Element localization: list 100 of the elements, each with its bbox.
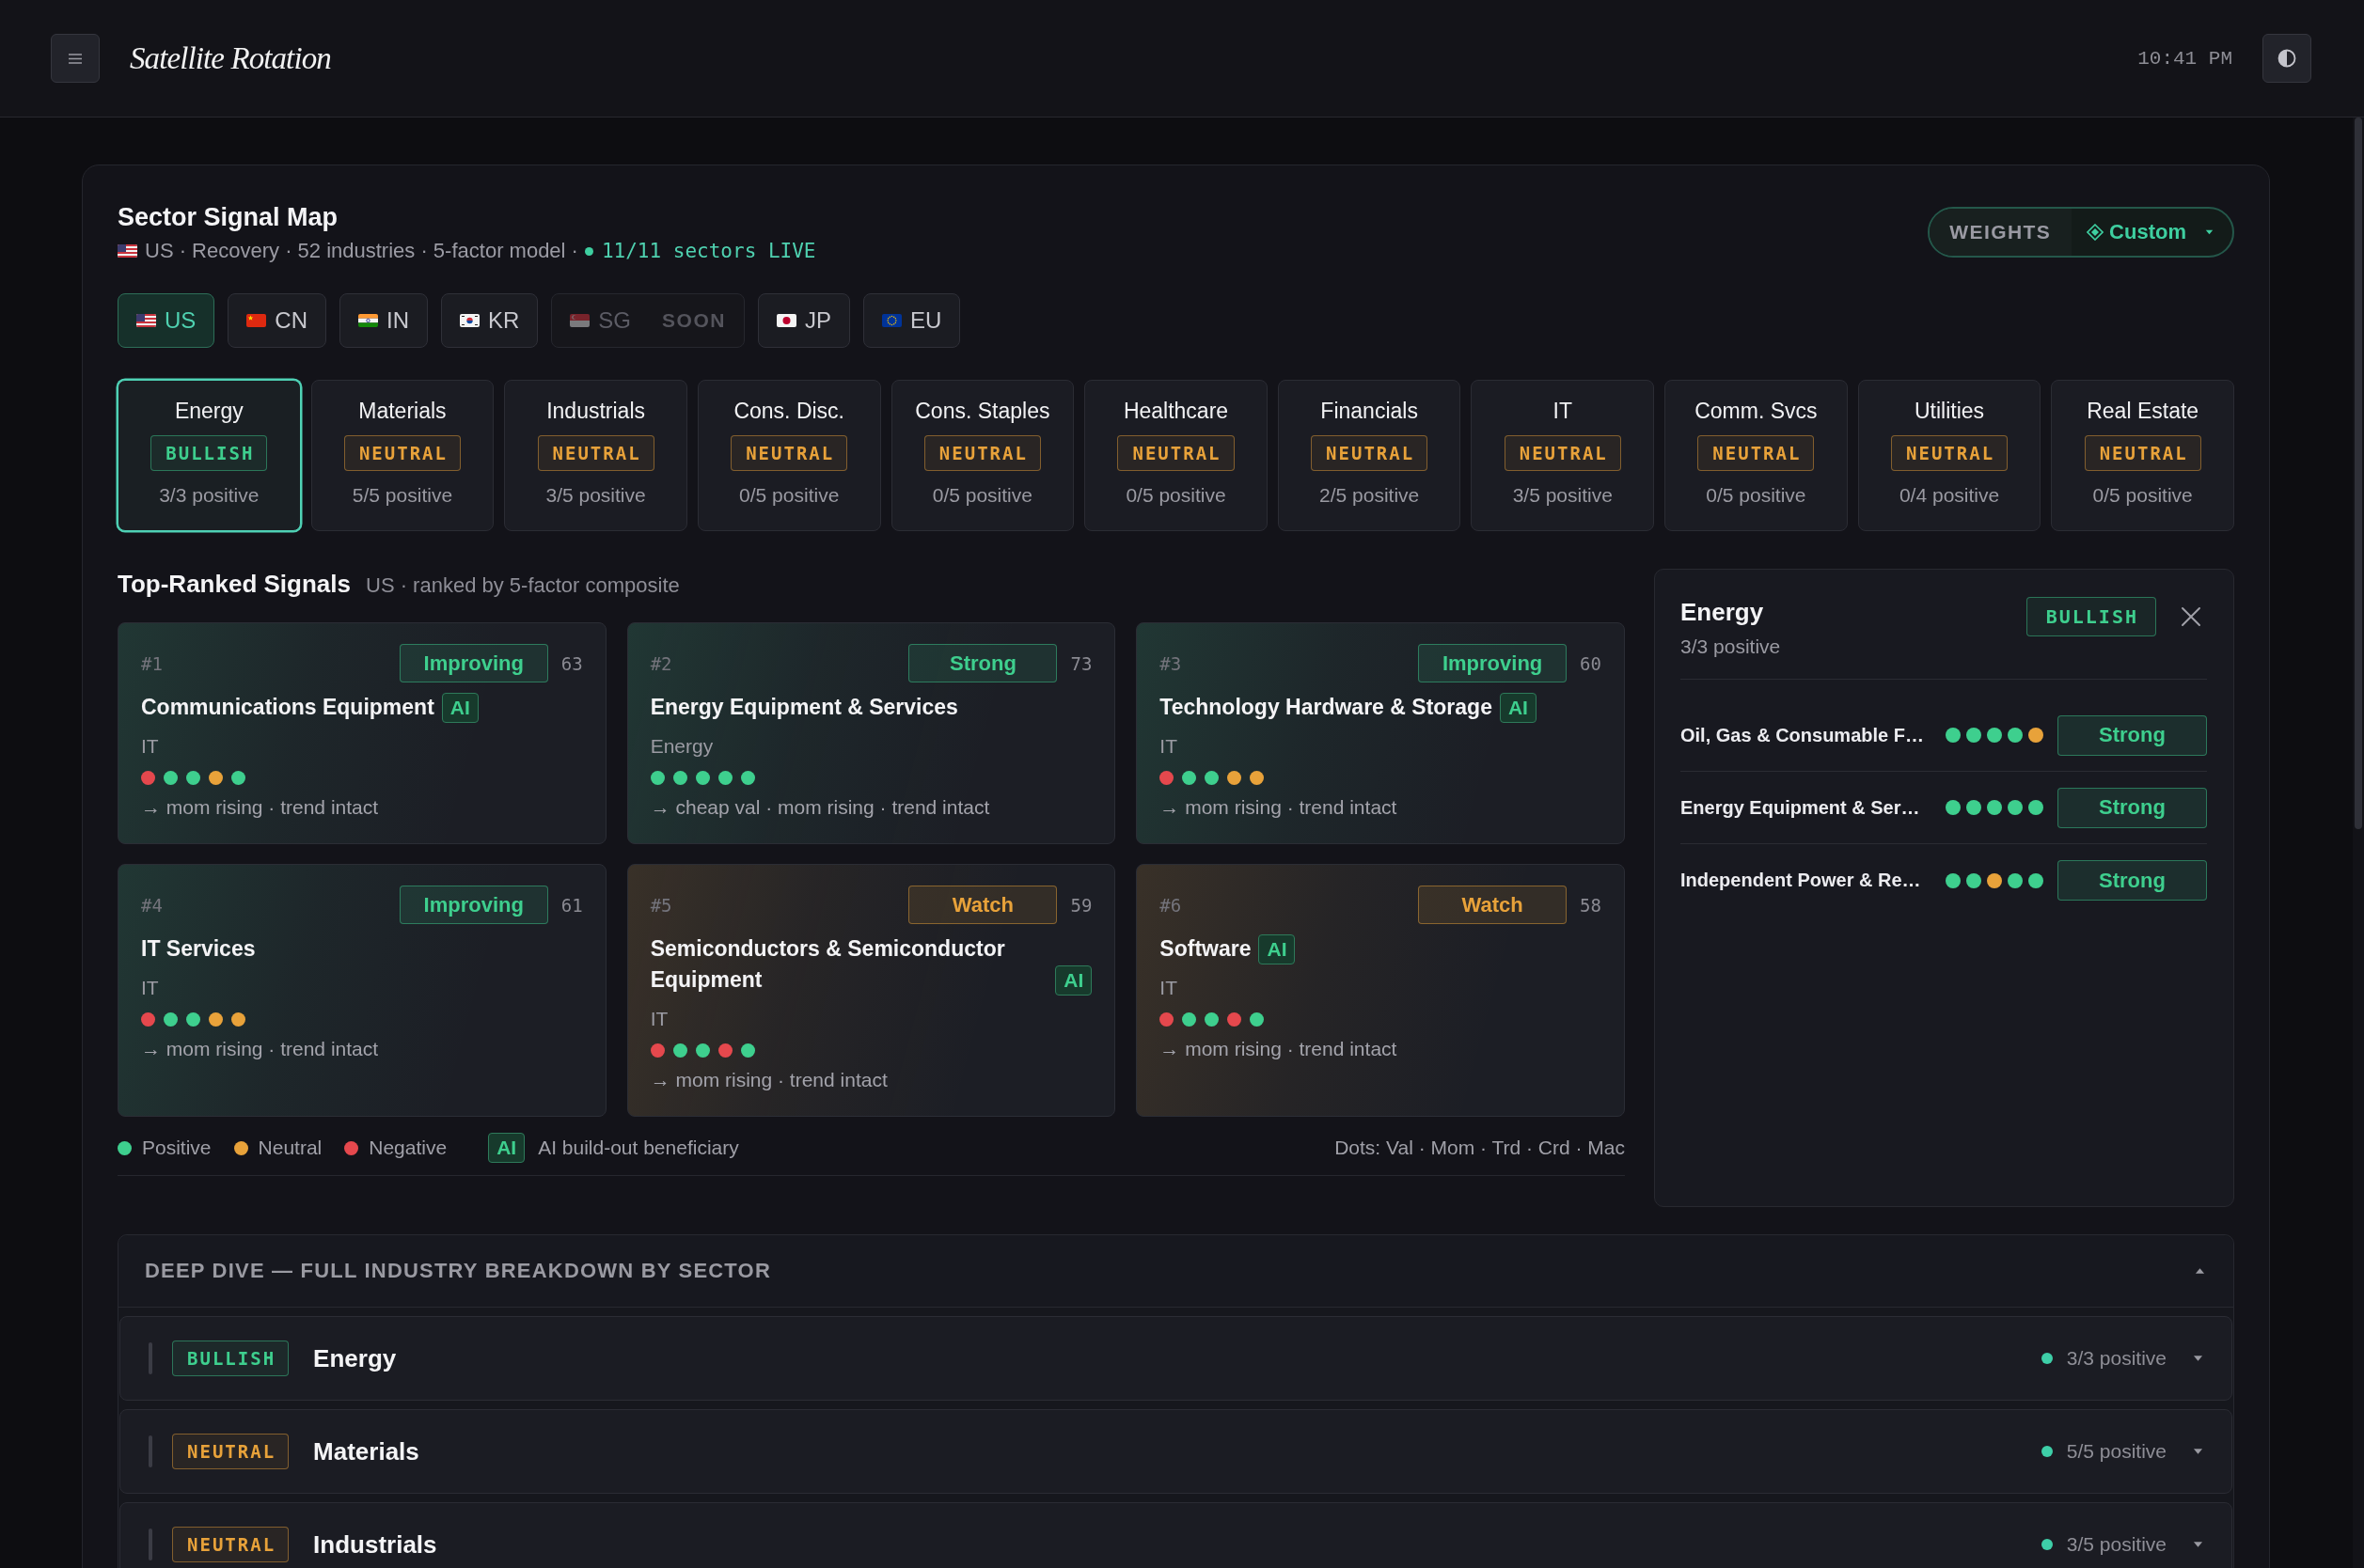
sector-name: Real Estate <box>2087 398 2199 424</box>
country-tab[interactable]: US <box>118 293 215 348</box>
soon-label: SOON <box>662 309 726 332</box>
stance-badge: NEUTRAL <box>537 435 654 471</box>
positive-count: 0/5 positive <box>932 483 1032 508</box>
sector-row[interactable]: BULLISH Energy 3/3 positive <box>119 1316 2232 1401</box>
caret-icon <box>2205 229 2214 235</box>
sector-card[interactable]: Cons. Staples NEUTRAL 0/5 positive <box>890 380 1075 531</box>
ai-badge: AI <box>488 1133 526 1163</box>
sector-card[interactable]: Healthcare NEUTRAL 0/5 positive <box>1084 380 1268 531</box>
signal-card[interactable]: #3 Improving 60 Technology Hardware & Storage AI IT → mom rising · trend intact <box>1136 622 1625 844</box>
positive-count: 3/5 positive <box>2066 1533 2167 1556</box>
close-icon <box>2180 605 2202 628</box>
signal-reason: → mom rising · trend intact <box>141 795 379 820</box>
score-value: 61 <box>560 894 583 916</box>
sector-card[interactable]: Materials NEUTRAL 5/5 positive <box>310 380 495 531</box>
ai-badge: AI <box>1499 693 1537 723</box>
sector-name: Energy <box>174 398 244 424</box>
sector-name: Industrials <box>546 398 645 424</box>
positive-count: 3/3 positive <box>2066 1347 2167 1370</box>
legend-label: Positive <box>142 1137 212 1159</box>
scrollbar-thumb[interactable] <box>2355 118 2362 829</box>
rank-label: #5 <box>650 894 672 916</box>
section-subtitle: US · ranked by 5-factor composite <box>366 573 680 598</box>
live-status: 11/11 sectors LIVE <box>601 239 816 264</box>
legend-label: Negative <box>369 1137 448 1159</box>
sector-label: Energy <box>650 734 714 759</box>
sector-card[interactable]: Cons. Disc. NEUTRAL 0/5 positive <box>697 380 881 531</box>
stance-badge: NEUTRAL <box>172 1527 290 1562</box>
sector-label: IT <box>141 976 159 1000</box>
sector-name: Comm. Svcs <box>1694 398 1818 424</box>
score-value: 63 <box>560 652 583 674</box>
diamond-icon <box>2087 224 2104 241</box>
status-dot-icon <box>2041 1446 2053 1457</box>
industry-name: IT Services <box>141 935 256 963</box>
signal-reason: → mom rising · trend intact <box>141 1037 379 1061</box>
positive-count: 3/3 positive <box>1680 635 1781 659</box>
signal-card[interactable]: #2 Strong 73 Energy Equipment & Services Energy → cheap val · mom rising · trend intact <box>626 622 1116 844</box>
section-title: Top-Ranked Signals <box>118 570 351 599</box>
country-tab[interactable]: KR <box>441 293 539 348</box>
positive-count: 0/5 positive <box>1706 483 1806 508</box>
scrollbar-track[interactable] <box>2353 118 2364 1568</box>
sector-label: IT <box>1159 976 1177 1000</box>
status-badge: Strong <box>2057 787 2207 828</box>
signal-card[interactable]: #4 Improving 61 IT Services IT → mom rising · trend intact <box>118 864 607 1117</box>
sector-card[interactable]: Industrials NEUTRAL 3/5 positive <box>504 380 687 531</box>
country-tab[interactable]: IN <box>339 293 428 348</box>
score-value: 58 <box>1580 894 1601 916</box>
status-badge: Watch <box>1418 886 1568 924</box>
sector-card[interactable]: Energy BULLISH 3/3 positive <box>118 380 301 531</box>
sector-card[interactable]: Real Estate NEUTRAL 0/5 positive <box>2051 380 2234 531</box>
stance-badge: NEUTRAL <box>1504 435 1621 471</box>
industry-name: Communications Equipment <box>141 694 434 721</box>
sector-label: IT <box>141 734 159 759</box>
country-tab[interactable]: CN <box>228 293 326 348</box>
sector-row[interactable]: NEUTRAL Materials 5/5 positive <box>119 1409 2232 1494</box>
sector-label: IT <box>650 1007 669 1031</box>
live-dot-icon <box>584 246 593 256</box>
positive-count: 3/3 positive <box>159 483 260 508</box>
positive-count: 5/5 positive <box>352 483 453 508</box>
contrast-icon <box>2277 49 2296 68</box>
menu-button[interactable] <box>51 34 100 83</box>
signal-card[interactable]: #5 Watch 59 Semiconductors & Semiconductor Equipment AI IT → mom rising · trend intact <box>626 864 1116 1117</box>
sector-label: IT <box>1159 734 1177 759</box>
rank-label: #4 <box>141 894 163 916</box>
sector-card[interactable]: Financials NEUTRAL 2/5 positive <box>1277 380 1461 531</box>
section-title: Sector Signal Map <box>118 202 339 233</box>
signal-reason: → cheap val · mom rising · trend intact <box>650 795 990 820</box>
stance-badge: NEUTRAL <box>923 435 1041 471</box>
industry-name: Independent Power & Re… <box>1680 870 1921 891</box>
legend-label: Neutral <box>258 1137 323 1159</box>
flag-icon <box>358 314 378 327</box>
sector-card[interactable]: Comm. Svcs NEUTRAL 0/5 positive <box>1664 380 1848 531</box>
positive-count: 3/5 positive <box>545 483 646 508</box>
sector-card[interactable]: IT NEUTRAL 3/5 positive <box>1471 380 1655 531</box>
stance-badge: NEUTRAL <box>1311 435 1428 471</box>
signal-card[interactable]: #6 Watch 58 Software AI IT → mom rising · trend intact <box>1136 864 1625 1117</box>
country-tab[interactable]: JP <box>757 293 850 348</box>
ai-badge: AI <box>1055 965 1093 996</box>
sector-card[interactable]: Utilities NEUTRAL 0/4 positive <box>1857 380 2041 531</box>
status-badge: Strong <box>2057 714 2207 756</box>
theme-toggle-button[interactable] <box>2262 34 2311 83</box>
sector-row[interactable]: NEUTRAL Industrials 3/5 positive <box>119 1502 2232 1568</box>
sector-name: Cons. Disc. <box>733 398 844 424</box>
stance-badge: BULLISH <box>172 1341 290 1376</box>
legend-label: AI build-out beneficiary <box>538 1137 739 1159</box>
weights-dropdown[interactable]: Custom <box>2072 209 2232 256</box>
menu-icon <box>69 53 82 64</box>
stance-badge: NEUTRAL <box>731 435 848 471</box>
detail-title: Energy <box>1680 597 1764 628</box>
industry-name: Technology Hardware & Storage <box>1159 694 1492 721</box>
country-tab[interactable]: EU <box>862 293 961 348</box>
vertical-bar-icon <box>149 1435 152 1467</box>
status-dot-icon <box>2041 1539 2053 1550</box>
app-title: Satellite Rotation <box>130 40 331 76</box>
status-badge: Watch <box>908 886 1058 924</box>
stance-badge: NEUTRAL <box>2084 435 2201 471</box>
sector-name: Healthcare <box>1123 398 1229 424</box>
industry-name: Software <box>1159 935 1252 963</box>
signal-card[interactable]: #1 Improving 63 Communications Equipment AI IT → mom rising · trend intact <box>118 622 607 844</box>
